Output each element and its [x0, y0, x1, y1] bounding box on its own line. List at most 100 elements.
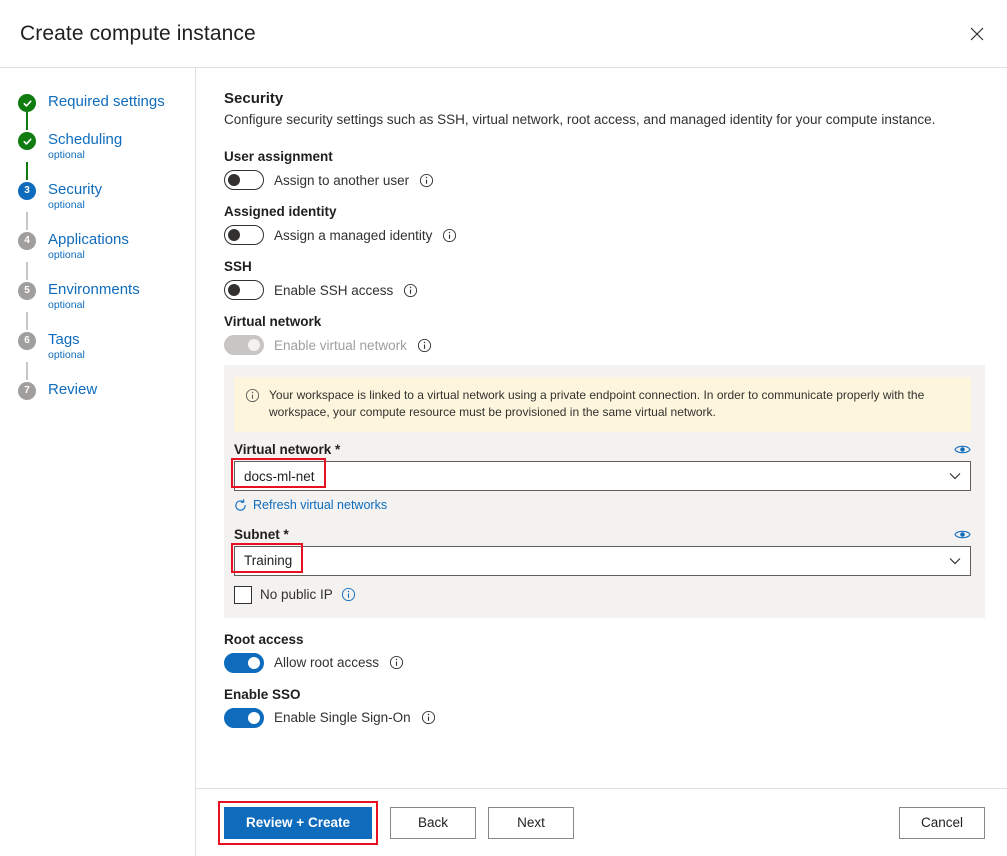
root-access-label: Root access: [224, 632, 985, 647]
step-number-badge: 7: [18, 382, 36, 400]
step-connector: [26, 362, 28, 380]
step-sublabel: optional: [48, 349, 85, 362]
close-button[interactable]: [961, 18, 993, 50]
ssh-group: SSH Enable SSH access: [224, 259, 985, 300]
sidebar-item-tags[interactable]: 6 Tags optional: [0, 330, 195, 362]
enable-virtual-network-toggle: [224, 335, 264, 355]
section-description: Configure security settings such as SSH,…: [224, 111, 985, 129]
step-check-icon: [18, 132, 36, 150]
virtual-network-select[interactable]: docs-ml-net: [234, 461, 971, 491]
step-label[interactable]: Security: [48, 180, 102, 200]
virtual-network-group: Virtual network Enable virtual network: [224, 314, 985, 355]
dialog-body: Required settings Scheduling optional 3 …: [0, 68, 1007, 856]
info-icon[interactable]: [417, 338, 432, 353]
info-icon[interactable]: [389, 655, 404, 670]
vnet-select-field: Virtual network * docs-ml-net: [234, 442, 971, 517]
step-number-badge: 6: [18, 332, 36, 350]
subnet-select[interactable]: Training: [234, 546, 971, 576]
step-label[interactable]: Tags: [48, 330, 85, 350]
step-label[interactable]: Required settings: [48, 92, 165, 112]
security-settings-panel: Security Configure security settings suc…: [196, 68, 1007, 856]
info-icon[interactable]: [442, 228, 457, 243]
info-icon: [245, 388, 260, 403]
sidebar-item-required-settings[interactable]: Required settings: [0, 92, 195, 112]
vnet-warning-text: Your workspace is linked to a virtual ne…: [269, 387, 959, 421]
review-create-wrap: Review + Create: [218, 801, 378, 845]
info-icon[interactable]: [341, 587, 356, 602]
refresh-link-label: Refresh virtual networks: [253, 498, 387, 512]
no-public-ip-row: No public IP: [234, 586, 971, 604]
info-icon[interactable]: [403, 283, 418, 298]
step-sublabel: optional: [48, 149, 122, 162]
section-heading: Security: [224, 90, 985, 107]
sso-label: Enable SSO: [224, 687, 985, 702]
sidebar-item-review[interactable]: 7 Review: [0, 380, 195, 400]
virtual-network-row: Enable virtual network: [224, 335, 985, 355]
step-check-icon: [18, 94, 36, 112]
enable-sso-toggle[interactable]: [224, 708, 264, 728]
sso-group: Enable SSO Enable Single Sign-On: [224, 687, 985, 728]
sidebar-item-security[interactable]: 3 Security optional: [0, 180, 195, 212]
enable-sso-label: Enable Single Sign-On: [274, 710, 411, 725]
step-number-badge: 5: [18, 282, 36, 300]
step-connector: [26, 312, 28, 330]
step-connector: [26, 212, 28, 230]
vnet-select-label: Virtual network *: [234, 442, 340, 457]
info-icon[interactable]: [421, 710, 436, 725]
virtual-network-config-panel: Your workspace is linked to a virtual ne…: [224, 365, 985, 618]
assign-managed-identity-label: Assign a managed identity: [274, 228, 432, 243]
dialog-header: Create compute instance: [0, 0, 1007, 68]
close-icon: [970, 27, 984, 41]
page-title: Create compute instance: [20, 22, 256, 46]
enable-ssh-access-label: Enable SSH access: [274, 283, 393, 298]
review-create-button[interactable]: Review + Create: [224, 807, 372, 839]
user-assignment-label: User assignment: [224, 149, 985, 164]
sidebar-item-scheduling[interactable]: Scheduling optional: [0, 130, 195, 162]
step-label[interactable]: Applications: [48, 230, 129, 250]
step-sublabel: optional: [48, 199, 102, 212]
enable-ssh-access-toggle[interactable]: [224, 280, 264, 300]
wizard-steps-sidebar: Required settings Scheduling optional 3 …: [0, 68, 196, 856]
step-number-badge: 4: [18, 232, 36, 250]
step-sublabel: optional: [48, 299, 140, 312]
chevron-down-icon: [949, 557, 961, 565]
sidebar-item-applications[interactable]: 4 Applications optional: [0, 230, 195, 262]
root-access-group: Root access Allow root access: [224, 632, 985, 673]
subnet-select-label: Subnet *: [234, 527, 289, 542]
vnet-warning-banner: Your workspace is linked to a virtual ne…: [234, 377, 971, 432]
assign-to-another-user-label: Assign to another user: [274, 173, 409, 188]
dialog-footer: Review + Create Back Next Cancel: [196, 788, 1007, 856]
assign-managed-identity-toggle[interactable]: [224, 225, 264, 245]
assigned-identity-group: Assigned identity Assign a managed ident…: [224, 204, 985, 245]
assign-to-another-user-toggle[interactable]: [224, 170, 264, 190]
assigned-identity-row: Assign a managed identity: [224, 225, 985, 245]
ssh-label: SSH: [224, 259, 985, 274]
allow-root-access-toggle[interactable]: [224, 653, 264, 673]
no-public-ip-label: No public IP: [260, 587, 333, 602]
step-connector: [26, 162, 28, 180]
refresh-virtual-networks-link[interactable]: Refresh virtual networks: [234, 498, 387, 512]
step-label[interactable]: Review: [48, 380, 97, 400]
no-public-ip-checkbox[interactable]: [234, 586, 252, 604]
ssh-row: Enable SSH access: [224, 280, 985, 300]
subnet-value: Training: [244, 553, 292, 568]
root-access-row: Allow root access: [224, 653, 985, 673]
refresh-icon: [234, 499, 247, 512]
assigned-identity-label: Assigned identity: [224, 204, 985, 219]
virtual-network-label: Virtual network: [224, 314, 985, 329]
eye-icon[interactable]: [954, 443, 971, 456]
sidebar-item-environments[interactable]: 5 Environments optional: [0, 280, 195, 312]
sso-row: Enable Single Sign-On: [224, 708, 985, 728]
next-button[interactable]: Next: [488, 807, 574, 839]
cancel-button[interactable]: Cancel: [899, 807, 985, 839]
step-label[interactable]: Scheduling: [48, 130, 122, 150]
step-number-badge: 3: [18, 182, 36, 200]
step-label[interactable]: Environments: [48, 280, 140, 300]
user-assignment-row: Assign to another user: [224, 170, 985, 190]
back-button[interactable]: Back: [390, 807, 476, 839]
eye-icon[interactable]: [954, 528, 971, 541]
user-assignment-group: User assignment Assign to another user: [224, 149, 985, 190]
step-connector: [26, 262, 28, 280]
info-icon[interactable]: [419, 173, 434, 188]
step-connector: [26, 112, 28, 130]
